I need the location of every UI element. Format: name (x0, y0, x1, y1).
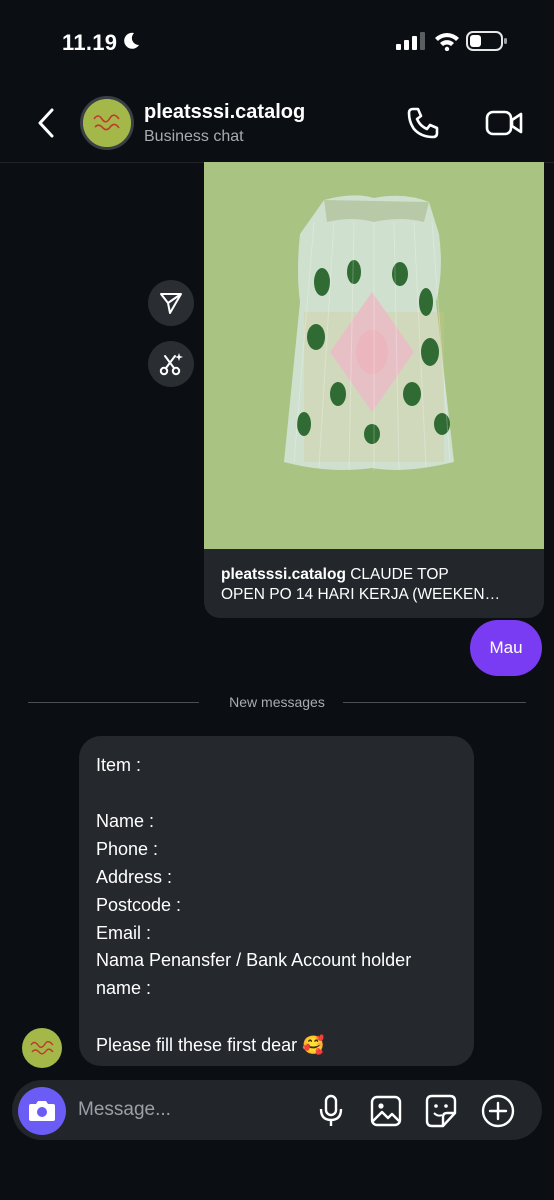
camera-button[interactable] (18, 1087, 66, 1135)
received-message[interactable]: Item : Name : Phone : Address : Postcode… (79, 736, 474, 1066)
sticker-icon[interactable] (424, 1093, 458, 1129)
post-caption-line2: OPEN PO 14 HARI KERJA (WEEKEN… (221, 586, 501, 603)
battery-icon (466, 31, 507, 51)
message-line-phone: Phone : (96, 839, 159, 859)
message-line-item: Item : (96, 755, 142, 775)
message-line-closing: Please fill these first dear 🥰 (96, 1035, 325, 1055)
divider-line-right (343, 702, 526, 703)
sent-message[interactable]: Mau (470, 620, 542, 676)
phone-icon[interactable] (404, 104, 442, 142)
message-input[interactable] (78, 1096, 298, 1124)
wifi-icon (435, 33, 459, 51)
message-line-holder: Nama Penansfer / Bank Account holder (96, 950, 412, 970)
avatar[interactable] (80, 96, 134, 150)
gallery-icon[interactable] (369, 1094, 403, 1128)
signal-icon (396, 32, 425, 50)
chat-name[interactable]: pleatsssi.catalog (144, 101, 305, 124)
message-line-address: Address : (96, 867, 173, 887)
message-line-postcode: Postcode : (96, 895, 182, 915)
message-line-holder-cont: name : (96, 978, 152, 998)
back-icon[interactable] (34, 106, 58, 140)
video-icon[interactable] (484, 106, 524, 140)
ai-edit-button[interactable] (148, 341, 194, 387)
moon-icon (124, 32, 139, 49)
post-caption-text: CLAUDE TOP (350, 566, 449, 583)
status-time: 11.19 (62, 30, 118, 55)
share-icon (160, 293, 182, 314)
sender-avatar[interactable] (22, 1028, 62, 1068)
ai-edit-icon (159, 353, 183, 376)
message-line-blank (96, 779, 457, 807)
plus-icon[interactable] (480, 1093, 516, 1129)
message-line-email: Email : (96, 923, 152, 943)
message-line-name: Name : (96, 811, 155, 831)
post-author: pleatsssi.catalog (221, 566, 346, 583)
share-button[interactable] (148, 280, 194, 326)
camera-icon (29, 1101, 55, 1121)
message-line-blank-2 (96, 1003, 457, 1031)
shared-post[interactable]: pleatsssi.catalog CLAUDE TOP OPEN PO 14 … (204, 162, 544, 618)
logo-icon (30, 1041, 54, 1055)
divider-line-left (28, 702, 199, 703)
post-image[interactable] (204, 162, 544, 549)
logo-icon (83, 99, 131, 147)
post-caption: pleatsssi.catalog CLAUDE TOP OPEN PO 14 … (221, 565, 533, 605)
chat-subtitle: Business chat (144, 128, 244, 145)
new-messages-divider: New messages (229, 694, 325, 710)
mic-icon[interactable] (316, 1094, 346, 1128)
